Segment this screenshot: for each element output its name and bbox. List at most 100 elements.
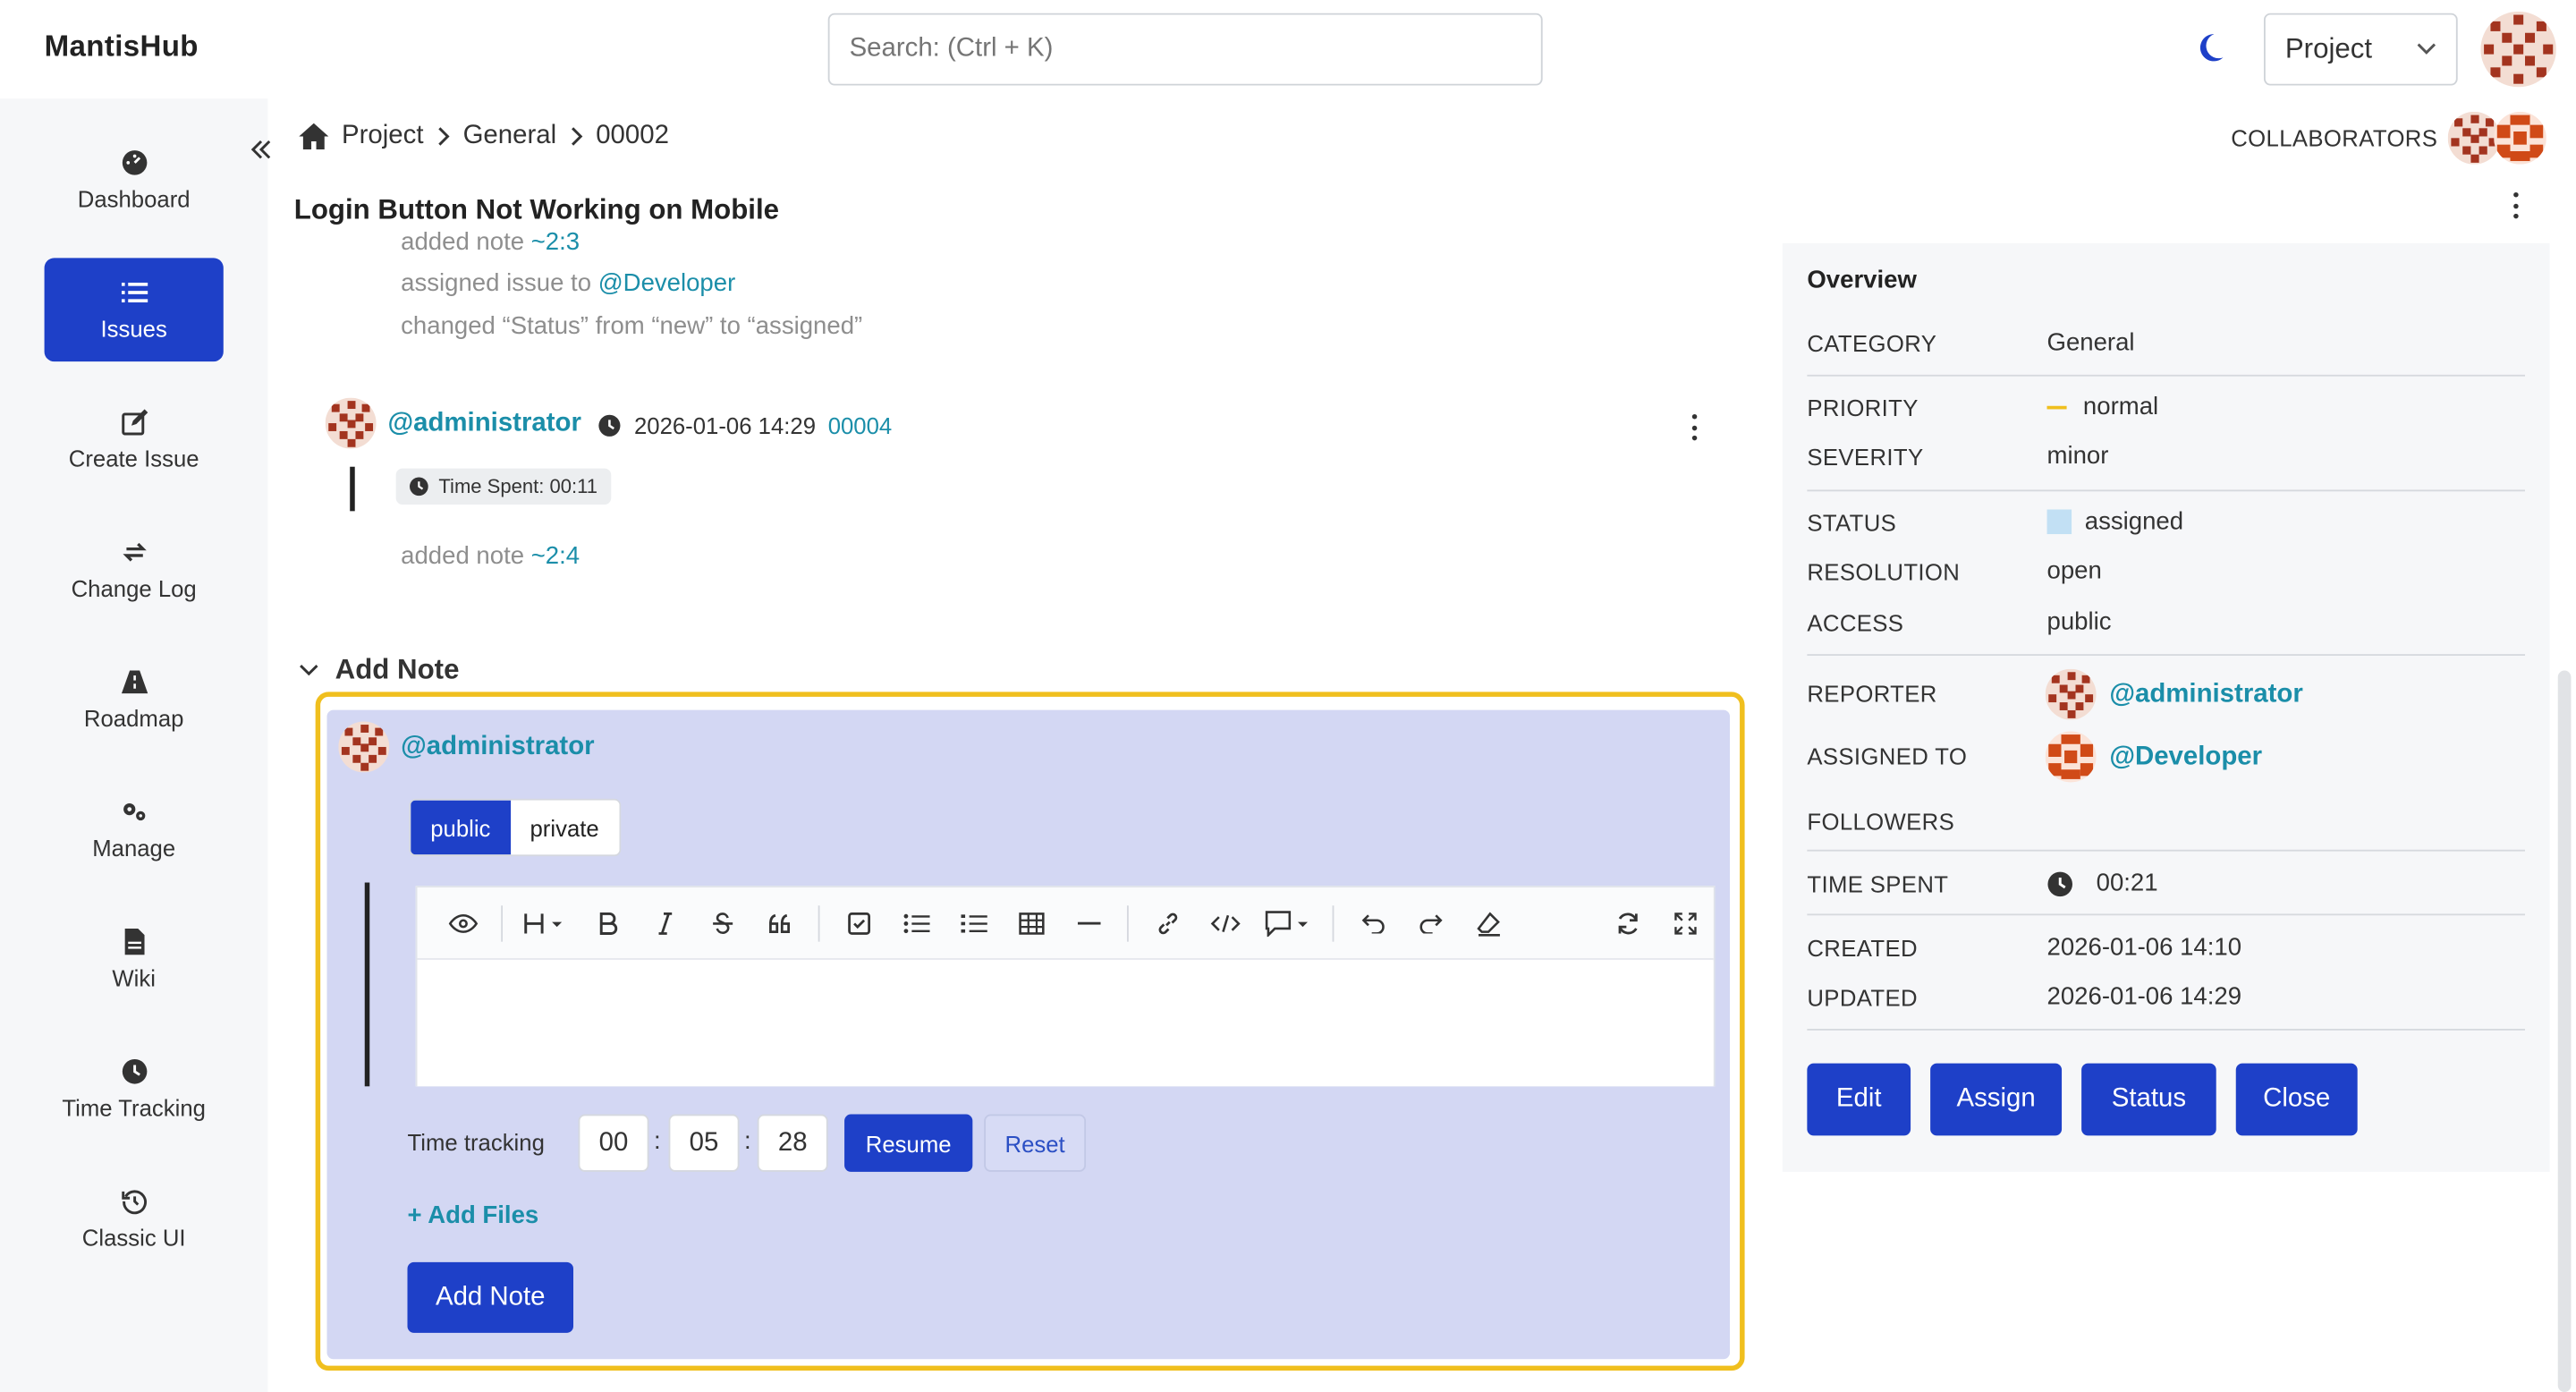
bullet-list-button[interactable]: [887, 898, 945, 947]
note-author-avatar[interactable]: [325, 397, 377, 449]
page-title: Login Button Not Working on Mobile: [293, 193, 780, 225]
list-icon: [120, 278, 148, 304]
reporter-label: REPORTER: [1807, 680, 1937, 707]
chevron-down-icon: [2417, 43, 2436, 55]
home-icon[interactable]: [299, 123, 329, 150]
search-input[interactable]: [827, 13, 1543, 86]
clear-format-button[interactable]: [1459, 898, 1516, 947]
add-note-author-avatar[interactable]: [338, 721, 390, 773]
resume-timer-button[interactable]: Resume: [844, 1114, 973, 1172]
sync-icon: [1617, 912, 1637, 934]
bold-button[interactable]: [579, 898, 636, 947]
time-hours-input[interactable]: 00: [578, 1114, 649, 1172]
reporter-link[interactable]: @administrator: [2109, 681, 2302, 710]
table-button[interactable]: [1002, 898, 1059, 947]
sidebar-item-label: Issues: [100, 314, 167, 342]
divider: [1807, 374, 2526, 377]
sidebar-item-label: Time Tracking: [62, 1093, 206, 1120]
undo-button[interactable]: [1343, 898, 1401, 947]
category-value: General: [2046, 328, 2135, 357]
severity-value: minor: [2046, 442, 2109, 471]
assignee-avatar[interactable]: [2045, 731, 2097, 783]
assign-button[interactable]: Assign: [1930, 1063, 2063, 1136]
sidebar-item-label: Dashboard: [77, 184, 191, 212]
avatar-pattern-icon: [325, 397, 377, 449]
sidebar-item-issues[interactable]: Issues: [44, 258, 224, 362]
edit-button[interactable]: Edit: [1807, 1063, 1911, 1136]
sidebar-item-dashboard[interactable]: Dashboard: [45, 128, 224, 232]
sidebar-item-classic-ui[interactable]: Classic UI: [45, 1167, 224, 1270]
quote-button[interactable]: [750, 898, 808, 947]
add-note-submit-button[interactable]: Add Note: [407, 1261, 574, 1333]
edit-icon: [121, 408, 148, 435]
numbered-list-button[interactable]: [945, 898, 1002, 947]
note-textarea[interactable]: [417, 961, 1714, 1087]
breadcrumb-category[interactable]: General: [463, 122, 557, 151]
horizontal-rule-button[interactable]: [1060, 898, 1117, 947]
sync-scroll-button[interactable]: [1598, 898, 1656, 947]
project-select[interactable]: Project: [2263, 13, 2458, 86]
sidebar-item-roadmap[interactable]: Roadmap: [45, 648, 224, 751]
fullscreen-button[interactable]: [1656, 898, 1713, 947]
assignee-link[interactable]: @Developer: [2109, 743, 2262, 772]
checklist-button[interactable]: [830, 898, 887, 947]
updated-value: 2026-01-06 14:29: [2046, 982, 2242, 1011]
redo-icon: [1419, 913, 1442, 933]
sidebar-item-time-tracking[interactable]: Time Tracking: [45, 1037, 224, 1141]
brand-logo[interactable]: MantisHub: [45, 30, 199, 64]
time-minutes-input[interactable]: 05: [668, 1114, 740, 1172]
sidebar-item-create-issue[interactable]: Create Issue: [45, 388, 224, 492]
clock-icon: [598, 414, 621, 437]
collapse-sidebar-button[interactable]: [250, 135, 273, 170]
created-value: 2026-01-06 14:10: [2046, 933, 2242, 962]
divider: [1807, 654, 2526, 657]
collaborator-avatar[interactable]: [2447, 111, 2501, 165]
add-files-link[interactable]: + Add Files: [408, 1201, 539, 1229]
eye-icon: [447, 913, 478, 933]
overview-title: Overview: [1807, 266, 1917, 294]
visibility-private-button[interactable]: private: [510, 800, 619, 855]
italic-button[interactable]: [636, 898, 693, 947]
status-color-swatch: [2046, 509, 2072, 535]
breadcrumb-project[interactable]: Project: [342, 122, 423, 151]
visibility-public-button[interactable]: public: [411, 800, 511, 855]
note-timestamp: 2026-01-06 14:29: [633, 412, 817, 439]
user-link[interactable]: @Developer: [598, 269, 736, 297]
reporter-avatar[interactable]: [2045, 668, 2097, 720]
add-note-author-link[interactable]: @administrator: [401, 733, 594, 762]
link-button[interactable]: [1139, 898, 1196, 947]
user-avatar[interactable]: [2480, 11, 2556, 88]
add-note-toggle[interactable]: Add Note: [299, 654, 459, 687]
issue-more-menu[interactable]: [2512, 191, 2518, 219]
gears-icon: [121, 798, 147, 824]
code-button[interactable]: [1196, 898, 1253, 947]
status-label: STATUS: [1807, 509, 1897, 536]
collaborator-avatar[interactable]: [2494, 111, 2546, 165]
divider: [1807, 913, 2526, 916]
note-link[interactable]: ~2:4: [531, 542, 580, 570]
heading-button[interactable]: [513, 898, 578, 947]
road-icon: [120, 668, 148, 694]
status-button[interactable]: Status: [2081, 1063, 2216, 1136]
note-link[interactable]: ~2:3: [531, 228, 580, 254]
breadcrumb-issue-id: 00002: [596, 121, 669, 150]
app-root: MantisHub Project Dashboard Issues: [0, 0, 2576, 1392]
preview-button[interactable]: [434, 898, 491, 947]
time-seconds-input[interactable]: 28: [757, 1114, 828, 1172]
strikethrough-button[interactable]: [693, 898, 750, 947]
reset-timer-button[interactable]: Reset: [984, 1114, 1087, 1172]
sidebar-item-wiki[interactable]: Wiki: [45, 907, 224, 1011]
redo-button[interactable]: [1402, 898, 1459, 947]
assigned-to-label: ASSIGNED TO: [1807, 743, 1968, 769]
page-scrollbar[interactable]: [2557, 670, 2572, 1392]
table-icon: [1018, 912, 1044, 934]
comment-button[interactable]: [1253, 898, 1322, 947]
sidebar-item-change-log[interactable]: Change Log: [45, 518, 224, 622]
note-more-menu[interactable]: [1690, 413, 1697, 441]
sidebar-item-manage[interactable]: Manage: [45, 777, 224, 881]
close-button[interactable]: Close: [2235, 1063, 2358, 1136]
note-id-link[interactable]: 00004: [828, 412, 893, 438]
dark-mode-toggle[interactable]: [2191, 30, 2227, 65]
resolution-value: open: [2046, 556, 2102, 586]
note-author-link[interactable]: @administrator: [387, 409, 580, 438]
